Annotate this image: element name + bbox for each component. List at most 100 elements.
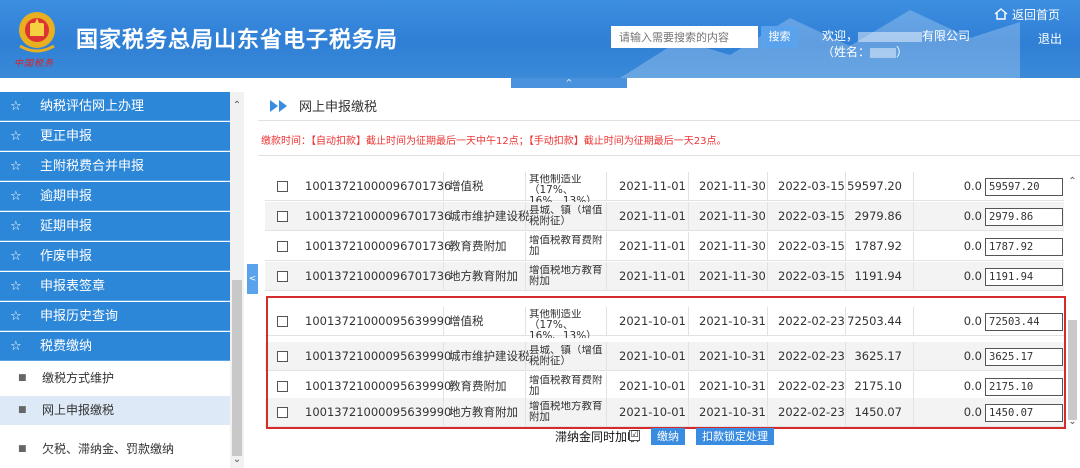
arrow-icon	[270, 100, 278, 112]
voucher-number: 10013721000096701736	[305, 209, 452, 223]
bullet-icon: ■	[18, 373, 27, 383]
period-end: 2021-11-30	[699, 209, 766, 223]
tax-amount: 59597.20	[847, 179, 902, 193]
pay-amount-input[interactable]	[985, 238, 1063, 256]
voucher-number: 10013721000096701736	[305, 269, 452, 283]
due-date: 2022-03-15	[778, 209, 845, 223]
divider	[258, 155, 1080, 156]
welcome-prefix: 欢迎，	[822, 29, 859, 43]
divider	[525, 172, 526, 201]
chevron-up-icon[interactable]: ⌃	[230, 100, 244, 111]
row-checkbox[interactable]	[277, 241, 288, 252]
lock-deduction-button[interactable]: 扣款锁定处理	[696, 428, 774, 445]
sidebar-item-combined[interactable]: ☆ 主附税费合并申报	[0, 152, 230, 181]
logout-link[interactable]: 退出	[1038, 30, 1062, 47]
sidebar-scrollbar[interactable]	[230, 92, 244, 468]
star-icon: ☆	[10, 309, 22, 324]
divider	[443, 202, 444, 231]
sidebar-item-signature[interactable]: ☆ 申报表签章	[0, 272, 230, 301]
sidebar-item-void[interactable]: ☆ 作废申报	[0, 242, 230, 271]
sidebar-item-overdue[interactable]: ☆ 逾期申报	[0, 182, 230, 211]
divider	[525, 202, 526, 231]
search-button[interactable]: 搜索	[761, 26, 798, 48]
search-input[interactable]	[611, 26, 758, 48]
tax-amount: 1787.92	[854, 239, 902, 253]
voucher-number: 10013721000096701736	[305, 239, 452, 253]
table-row: 10013721000096701736 增值税 其他制造业（17%、16%、1…	[265, 172, 1064, 203]
tax-item: 其他制造业（17%、16%、13%）	[529, 174, 597, 203]
divider	[525, 262, 526, 291]
tax-type: 城市维护建设税	[449, 209, 530, 223]
chevron-down-icon[interactable]: ⌄	[230, 454, 244, 465]
divider	[767, 202, 768, 231]
chevron-up-icon[interactable]: ⌃	[1065, 176, 1080, 187]
divider	[443, 172, 444, 201]
period-end: 2021-11-30	[699, 269, 766, 283]
divider	[606, 202, 607, 231]
late-fee: 0.0	[963, 239, 982, 253]
table-scrollbar[interactable]: ⌃ ⌄	[1065, 170, 1080, 428]
period-start: 2021-11-01	[619, 239, 686, 253]
sidebar: ☆ 纳税评估网上办理 ☆ 更正申报 ☆ 主附税费合并申报 ☆ 逾期申报 ☆ 延期申报 ☆ 作…	[0, 92, 247, 468]
sidebar-item-history[interactable]: ☆ 申报历史查询	[0, 302, 230, 331]
pay-amount-input[interactable]	[985, 268, 1063, 286]
divider	[913, 232, 914, 261]
late-fee-checkbox[interactable]: ☑	[629, 430, 640, 441]
late-fee: 0.0	[963, 179, 982, 193]
divider	[606, 172, 607, 201]
pay-amount-input[interactable]	[985, 178, 1063, 196]
divider	[767, 232, 768, 261]
period-end: 2021-11-30	[699, 179, 766, 193]
period-start: 2021-11-01	[619, 269, 686, 283]
period-start: 2021-11-01	[619, 179, 686, 193]
welcome-text: 欢迎， 有限公司 （姓名： ）	[822, 28, 970, 60]
star-icon: ☆	[10, 99, 22, 114]
divider	[688, 232, 689, 261]
sidebar-item-correction[interactable]: ☆ 更正申报	[0, 122, 230, 151]
tax-item: 县城、镇（增值税附征）	[529, 205, 603, 227]
tax-amount: 2979.86	[854, 209, 902, 223]
tax-type: 教育费附加	[449, 239, 507, 253]
sidebar-sub-online-pay[interactable]: ■ 网上申报缴税	[0, 396, 230, 425]
name-suffix: ）	[896, 45, 909, 59]
pay-button[interactable]: 缴纳	[651, 428, 685, 445]
star-icon: ☆	[10, 279, 22, 294]
sidebar-item-extension[interactable]: ☆ 延期申报	[0, 212, 230, 241]
late-fee: 0.0	[963, 209, 982, 223]
highlight-box	[266, 296, 1066, 429]
due-date: 2022-03-15	[778, 239, 845, 253]
collapse-header-button[interactable]: ^	[511, 78, 627, 88]
bullet-icon: ■	[18, 405, 27, 415]
sidebar-scroll-thumb[interactable]	[232, 280, 242, 456]
sidebar-sub-arrears[interactable]: ■ 欠税、滞纳金、罚款缴纳	[0, 435, 230, 464]
divider	[913, 202, 914, 231]
row-checkbox[interactable]	[277, 211, 288, 222]
divider	[688, 262, 689, 291]
voucher-number: 10013721000096701736	[305, 179, 452, 193]
company-suffix: 有限公司	[922, 29, 971, 43]
divider	[606, 232, 607, 261]
site-title: 国家税务总局山东省电子税务局	[76, 28, 399, 53]
sidebar-item-payment[interactable]: ☆ 税费缴纳	[0, 332, 230, 361]
table-scroll-thumb[interactable]	[1068, 320, 1077, 420]
star-icon: ☆	[10, 339, 22, 354]
table-row: 10013721000096701736 城市维护建设税 县城、镇（增值税附征）…	[265, 202, 1064, 231]
period-start: 2021-11-01	[619, 209, 686, 223]
tax-item: 增值税地方教育附加	[529, 265, 603, 287]
pay-amount-input[interactable]	[985, 208, 1063, 226]
divider	[688, 172, 689, 201]
sidebar-toggle-button[interactable]: <	[247, 264, 258, 294]
home-link[interactable]: 返回首页	[994, 6, 1060, 23]
row-checkbox[interactable]	[277, 271, 288, 282]
divider	[443, 232, 444, 261]
breadcrumb-label: 网上申报缴税	[299, 100, 378, 115]
star-icon: ☆	[10, 249, 22, 264]
emblem-text: 中国税务	[14, 59, 55, 69]
chevron-down-icon[interactable]: ⌄	[1065, 416, 1080, 427]
sidebar-item-assessment[interactable]: ☆ 纳税评估网上办理	[0, 92, 230, 121]
tax-emblem-icon	[19, 12, 55, 53]
row-checkbox[interactable]	[277, 181, 288, 192]
redacted-name	[870, 47, 897, 58]
tax-type: 增值税	[449, 179, 484, 193]
sidebar-sub-payment-method[interactable]: ■ 缴税方式维护	[0, 364, 230, 393]
